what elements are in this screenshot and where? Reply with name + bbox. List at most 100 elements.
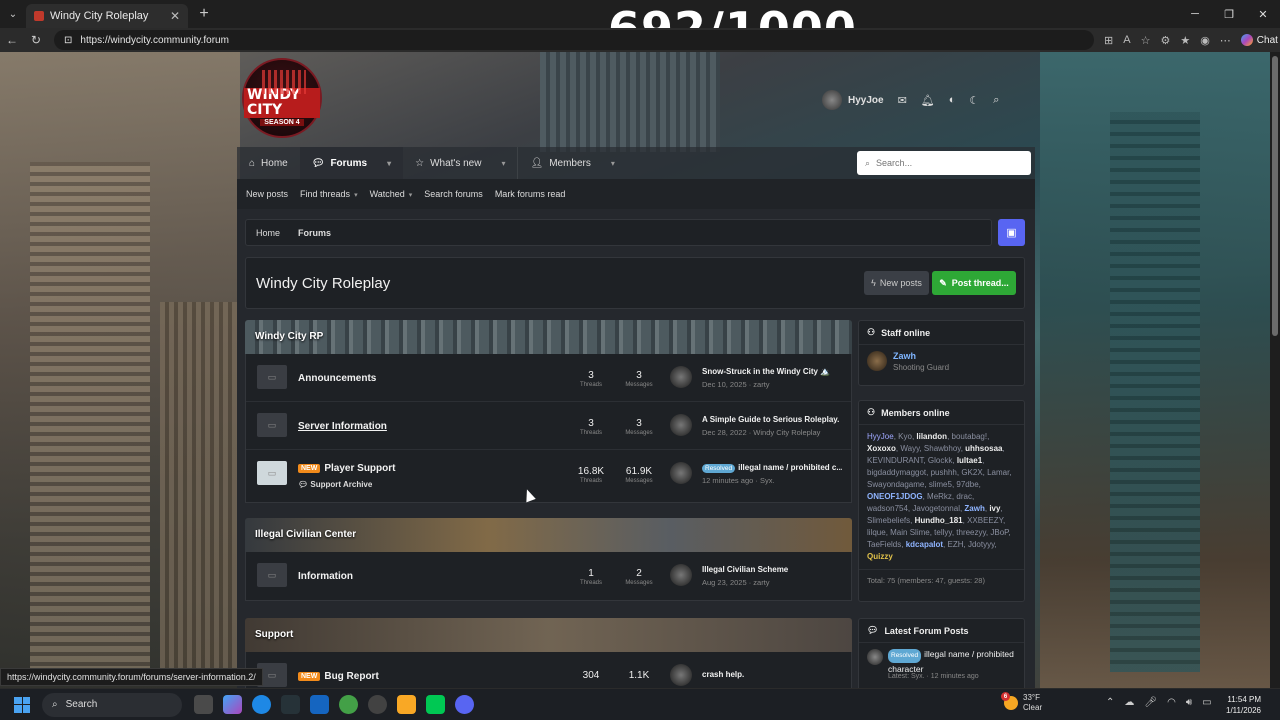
site-info-icon[interactable]: ⊡ [64,35,72,46]
search-box[interactable]: ⌕ [857,151,1031,175]
onedrive-icon[interactable]: ☁ [1124,697,1134,708]
last-post-title[interactable]: illegal name / prohibited c... [738,463,842,472]
android-studio-icon[interactable] [426,695,445,714]
search-input[interactable] [876,158,1017,168]
file-explorer-icon[interactable] [397,695,416,714]
member-online-link[interactable]: Kyo [898,432,912,441]
member-online-link[interactable]: drac [956,492,972,501]
inbox-icon[interactable]: ✉ [898,94,907,107]
category-header[interactable]: Illegal Civilian Center [245,518,852,552]
chevron-up-icon[interactable]: ⌃ [1106,697,1114,708]
battery-icon[interactable]: ▭ [1202,697,1211,708]
copilot-chat-button[interactable]: Chat [1240,34,1278,46]
chevron-down-icon[interactable]: ▾ [387,159,391,168]
task-view-icon[interactable] [194,695,213,714]
last-poster-avatar[interactable] [670,462,692,484]
category-title[interactable]: Illegal Civilian Center [255,529,356,540]
windows-start-icon[interactable] [14,696,30,713]
category-header[interactable]: Support [245,618,852,652]
member-online-link[interactable]: Hundho_181 [915,516,963,525]
forum-title[interactable]: Announcements [298,373,376,384]
category-title[interactable]: Windy City RP [255,331,323,342]
breadcrumb-forums[interactable]: Forums [298,228,331,238]
member-online-link[interactable]: Jdotyyy [968,540,995,549]
forum-node-row[interactable]: ▭ Information 1 Threads 2 Messages Illegal… [246,552,851,600]
member-online-link[interactable]: tellyy [934,528,952,537]
subforum-link[interactable]: 💬︎ Support Archive [298,480,372,489]
breadcrumb-home[interactable]: Home [256,228,280,238]
latest-post-title-wrap[interactable]: Resolved illegal name / prohibited charac… [888,648,1018,675]
member-online-link[interactable]: GK2X [961,468,982,477]
member-online-link[interactable]: Shawbhoy [924,444,961,453]
member-online-link[interactable]: 97dbe [956,480,978,489]
close-tab-icon[interactable]: ✕ [170,9,180,23]
site-logo[interactable]: WINDY CITY SEASON 4 [242,58,322,138]
member-online-link[interactable]: Main Slime [890,528,930,537]
app-available-icon[interactable]: ⊞ [1104,34,1113,47]
member-online-link[interactable]: KEVINDURANT [867,456,923,465]
copilot-app-icon[interactable] [223,695,242,714]
read-aloud-icon[interactable]: A [1123,34,1130,46]
member-online-link[interactable]: ONEOF1JDOG [867,492,923,501]
url-field[interactable]: ⊡ https://windycity.community.forum [54,30,1094,50]
forum-node-row[interactable]: ▭ Announcements 3 Threads 3 Messages Snow-… [246,354,851,402]
subnav-watched[interactable]: Watched ▾ [370,189,413,199]
new-posts-button[interactable]: ϟ New posts [864,271,929,295]
subnav-search-forums[interactable]: Search forums [424,189,483,199]
refresh-icon[interactable]: ↻ [24,33,48,47]
moon-icon[interactable]: ☾ [969,94,979,107]
member-online-link[interactable]: threezyy [956,528,986,537]
member-online-link[interactable]: uhhsosaa [965,444,1002,453]
discord-app-icon[interactable] [455,695,474,714]
last-post-title-wrap[interactable]: Resolved illegal name / prohibited c... [702,463,842,473]
last-poster-avatar[interactable] [670,414,692,436]
forum-node-row[interactable]: ▭ NEW Player Support 💬︎ Support Archive 1… [246,450,851,502]
new-tab-plus-icon[interactable]: + [192,5,216,23]
subnav-find-threads[interactable]: Find threads ▾ [300,189,358,199]
last-poster-avatar[interactable] [670,664,692,686]
member-online-link[interactable]: Zawh [964,504,984,513]
member-online-link[interactable]: Swayondagame [867,480,924,489]
last-poster-avatar[interactable] [670,366,692,388]
last-post-title[interactable]: Snow-Struck in the Windy City 🏔️ [702,367,842,376]
last-post-title[interactable]: A Simple Guide to Serious Roleplay. [702,415,842,424]
member-online-link[interactable]: ivy [989,504,1000,513]
browser-tab[interactable]: Windy City Roleplay ✕ [26,4,188,28]
forum-title-wrap[interactable]: NEW Player Support [298,463,395,474]
favorites-icon[interactable]: ★ [1180,34,1190,47]
member-online-link[interactable]: lultae1 [957,456,982,465]
edge-icon[interactable] [252,695,271,714]
member-online-link[interactable]: pushhh [931,468,957,477]
latest-post-item[interactable]: Resolved illegal name / prohibited charac… [859,643,1024,683]
nav-home[interactable]: ⌂ Home [237,147,300,179]
member-online-link[interactable]: Lamar [987,468,1009,477]
forum-title-wrap[interactable]: NEW Bug Report [298,671,379,682]
staff-avatar[interactable] [867,351,887,371]
github-icon[interactable] [368,695,387,714]
chrome-icon[interactable] [339,695,358,714]
store-icon[interactable] [310,695,329,714]
weather-widget[interactable]: 6 33°F Clear [1001,692,1042,713]
member-online-link[interactable]: bigdaddymaggot [867,468,926,477]
member-online-link[interactable]: boutabag! [952,432,988,441]
member-online-link[interactable]: Glockk [928,456,952,465]
last-post-title[interactable]: crash help. [702,670,842,679]
subnav-mark-read[interactable]: Mark forums read [495,189,566,199]
member-online-link[interactable]: TaeFields [867,540,901,549]
subnav-new-posts[interactable]: New posts [246,189,288,199]
staff-name[interactable]: Zawh [893,351,916,361]
user-name-link[interactable]: HyyJoe [848,95,884,106]
forum-title[interactable]: Player Support [324,463,395,474]
volume-icon[interactable]: 🔊︎ [1186,697,1192,708]
tab-actions-chevron-icon[interactable]: ⌄ [0,0,26,28]
forum-title[interactable]: Server Information [298,421,387,432]
forum-node-row[interactable]: ▭ NEW Bug Report 304 1.1K crash help. [246,652,851,688]
terminal-icon[interactable] [281,695,300,714]
extensions-icon[interactable]: ⚙ [1160,34,1170,47]
last-poster-avatar[interactable] [670,564,692,586]
close-window-icon[interactable]: ✕ [1246,0,1280,28]
back-arrow-icon[interactable]: ← [0,33,24,47]
member-online-link[interactable]: MeRkz [927,492,952,501]
member-online-link[interactable]: HyyJoe [867,432,894,441]
discord-button[interactable]: ▣ [998,219,1025,246]
